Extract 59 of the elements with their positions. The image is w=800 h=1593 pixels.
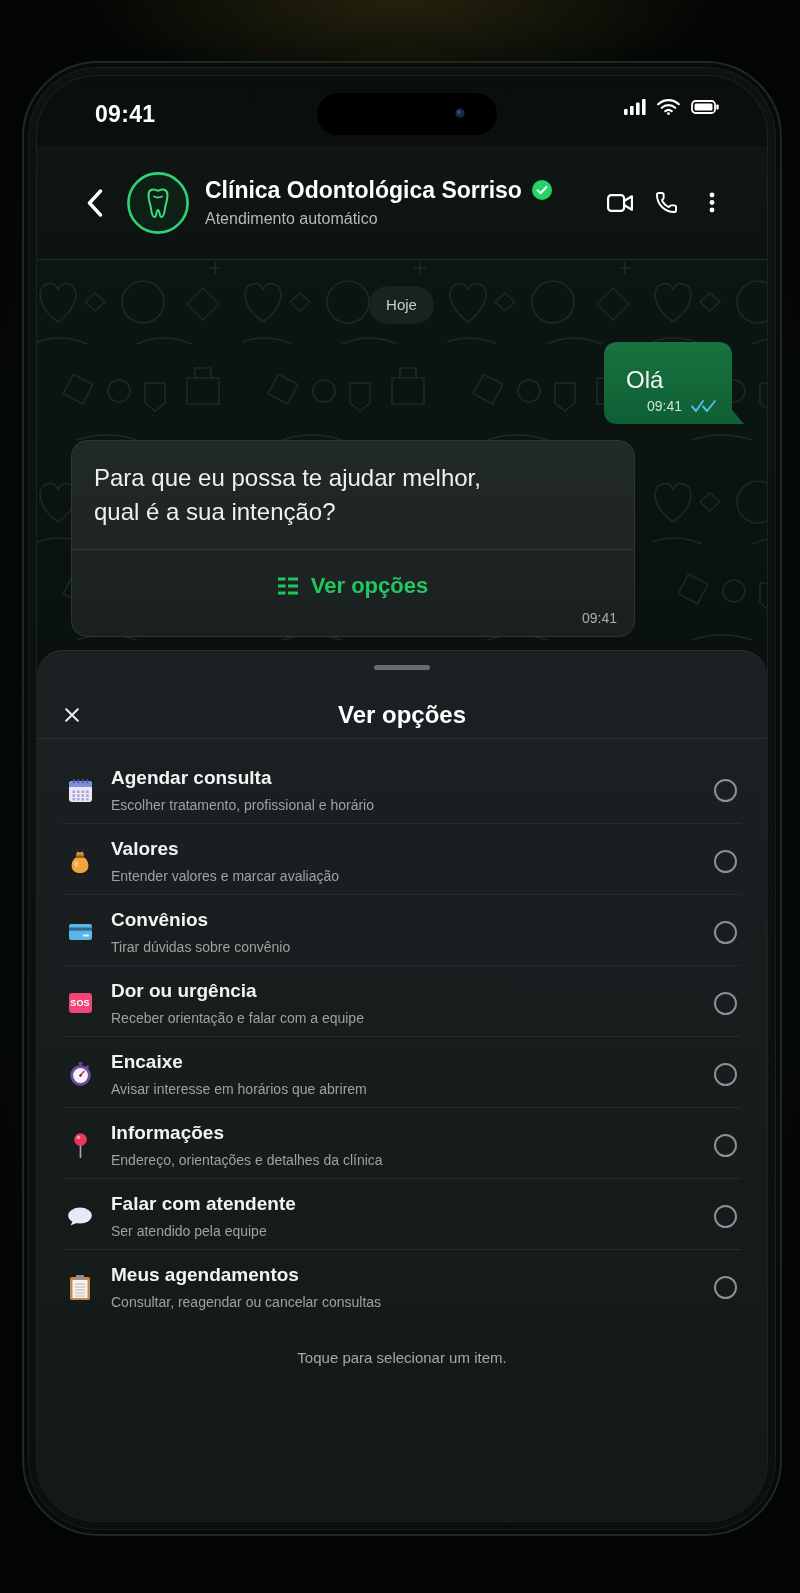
radio-button[interactable] <box>714 1276 737 1299</box>
phone-icon <box>656 192 677 213</box>
close-button[interactable] <box>65 708 79 722</box>
credit-card-icon <box>68 924 92 940</box>
message-text: Olá <box>626 366 665 394</box>
sheet-title: Ver opções <box>337 700 467 730</box>
status-time: 09:41 <box>95 100 156 128</box>
video-camera-icon <box>607 193 633 212</box>
tooth-avatar-icon <box>127 171 189 234</box>
more-options-icon <box>709 192 715 213</box>
close-icon <box>65 708 79 722</box>
sheet-hint: Toque para selecionar um item. <box>297 1348 507 1368</box>
radio-button[interactable] <box>714 849 737 873</box>
stopwatch-icon <box>69 1062 91 1086</box>
video-call-button[interactable] <box>607 193 633 212</box>
pushpin-icon <box>73 1132 87 1158</box>
radio-button[interactable] <box>714 920 737 944</box>
date-chip: Hoje <box>369 286 434 324</box>
option-description: Tirar dúvidas sobre convênio <box>111 937 292 957</box>
chat-subtitle: Atendimento automático <box>205 209 379 229</box>
view-options-button[interactable]: Ver opções <box>277 568 429 604</box>
option-title: Informações <box>111 1120 225 1145</box>
option-description: Escolher tratamento, profissional e horário <box>111 795 376 815</box>
signal-icon <box>624 99 646 115</box>
option-title: Encaixe <box>111 1049 184 1074</box>
option-title: Convênios <box>111 907 210 932</box>
more-button[interactable] <box>709 192 715 213</box>
radio-button[interactable] <box>714 1133 737 1157</box>
message-time: 09:41 <box>581 609 617 627</box>
radio-button[interactable] <box>714 1062 737 1086</box>
radio-button[interactable] <box>714 778 737 802</box>
speech-bubble-icon <box>68 1206 92 1226</box>
option-description: Avisar interesse em horários que abrirem <box>111 1079 368 1099</box>
option-description: Ser atendido pela equipe <box>111 1221 268 1241</box>
sos-sign: SOS <box>68 993 92 1013</box>
radio-button[interactable] <box>714 1204 737 1228</box>
option-description: Receber orientação e falar com a equipe <box>111 1008 365 1028</box>
option-description: Consultar, reagendar ou cancelar consultas <box>111 1293 383 1312</box>
radio-button[interactable] <box>714 991 737 1015</box>
back-button[interactable] <box>87 188 103 217</box>
option-description: Entender valores e marcar avaliação <box>111 866 340 886</box>
message-time: 09:41 <box>646 397 682 415</box>
voice-call-button[interactable] <box>656 192 677 213</box>
option-description: Endereço, orientações e detalhes da clínica <box>111 1150 384 1170</box>
list-icon <box>277 577 298 595</box>
chevron-left-icon <box>87 188 103 217</box>
message-text: Para que eu possa te ajudar melhor, qual é a sua intenção? <box>93 463 482 527</box>
wifi-icon <box>657 99 680 115</box>
calendar-icon <box>68 778 92 802</box>
option-title: Meus agendamentos <box>111 1263 300 1287</box>
drag-handle[interactable] <box>374 665 430 670</box>
option-title: Agendar consulta <box>111 765 273 790</box>
option-title: Falar com atendente <box>111 1191 297 1216</box>
option-title: Dor ou urgência <box>111 978 258 1003</box>
option-title: Valores <box>111 836 180 861</box>
chat-title: Clínica Odontológica Sorriso <box>205 176 522 204</box>
money-bag-icon <box>69 849 91 873</box>
clipboard-icon <box>70 1275 90 1300</box>
battery-icon <box>691 100 719 114</box>
